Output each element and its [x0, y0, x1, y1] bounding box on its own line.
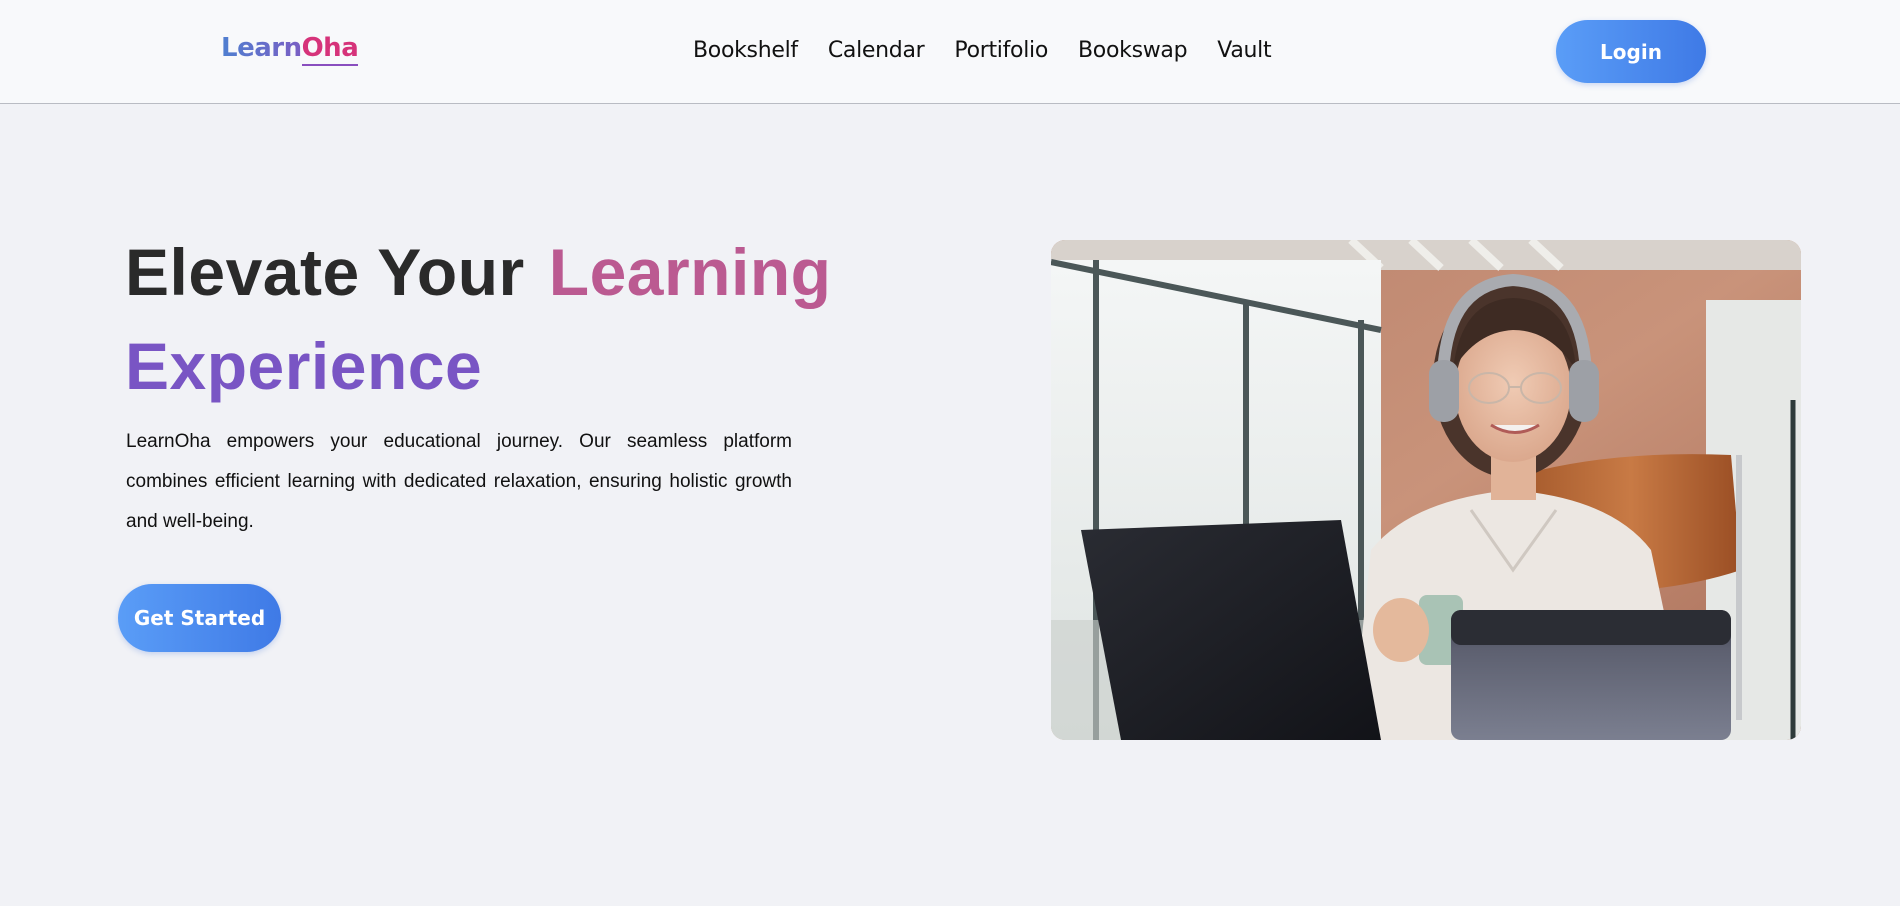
headline-part-elevate: Elevate Your	[125, 235, 525, 309]
hero-description: LearnOha empowers your educational journ…	[126, 431, 792, 532]
hero-headline: Elevate Your Learning Experience	[125, 225, 945, 413]
nav-link-portifolio[interactable]: Portifolio	[954, 38, 1048, 63]
headline-part-experience: Experience	[125, 329, 483, 403]
headline-part-learning: Learning	[548, 235, 832, 309]
get-started-button[interactable]: Get Started	[118, 584, 281, 652]
learnoha-logo[interactable]: LearnOha	[221, 33, 359, 66]
nav-link-bookswap[interactable]: Bookswap	[1078, 38, 1188, 63]
login-button[interactable]: Login	[1556, 20, 1706, 83]
hero-photo	[1051, 240, 1801, 740]
logo-text-oha: Oha	[301, 33, 359, 66]
main-nav: Bookshelf Calendar Portifolio Bookswap V…	[693, 38, 1272, 63]
logo-text-learn: Learn	[221, 33, 302, 63]
top-navbar: LearnOha Bookshelf Calendar Portifolio B…	[0, 0, 1900, 104]
nav-link-bookshelf[interactable]: Bookshelf	[693, 38, 798, 63]
nav-link-vault[interactable]: Vault	[1217, 38, 1271, 63]
nav-link-calendar[interactable]: Calendar	[828, 38, 925, 63]
